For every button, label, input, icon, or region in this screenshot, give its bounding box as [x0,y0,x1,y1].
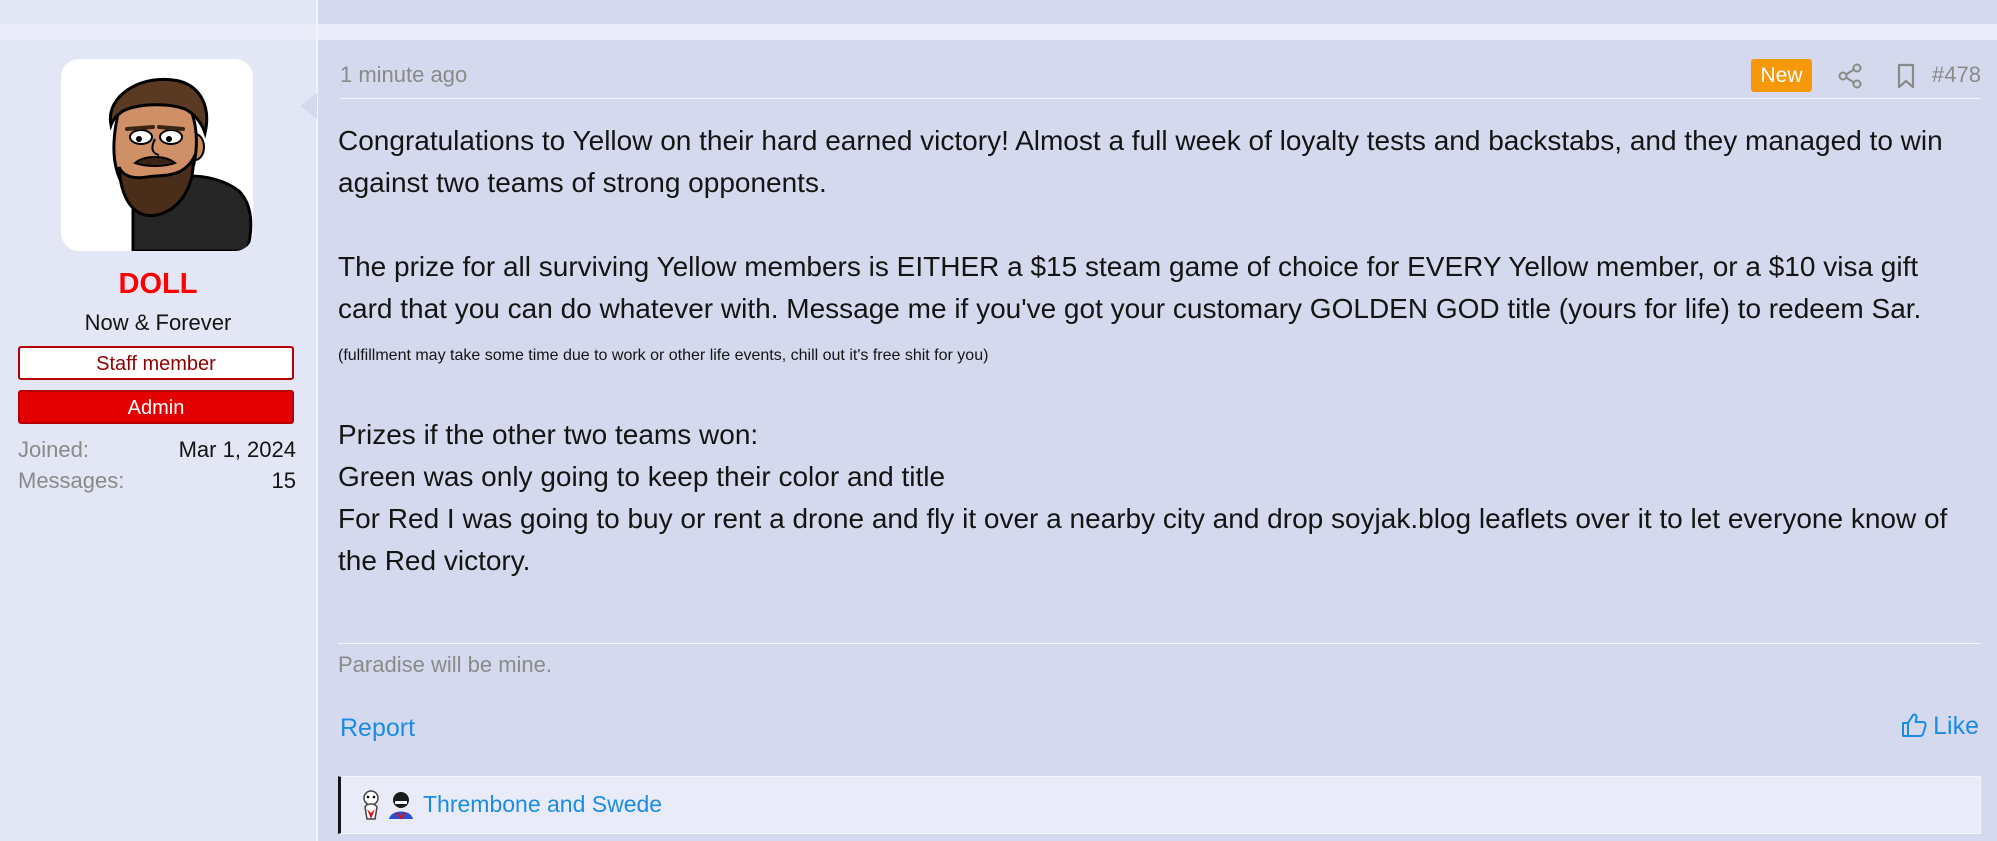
staff-member-banner: Staff member [18,346,294,380]
stat-messages: Messages: 15 [18,468,296,498]
thumbs-up-icon [1902,713,1927,737]
reaction-avatar-icon[interactable] [386,789,416,821]
report-link[interactable]: Report [340,714,415,743]
avatar[interactable] [61,59,253,251]
post-message: Congratulations to Yellow on their hard … [338,120,1978,582]
user-info-column: DOLL Now & Forever Staff member Admin Jo… [0,40,317,841]
stat-joined-label: Joined: [18,437,89,462]
post-number[interactable]: #478 [1932,62,1981,88]
message-line: Green was only going to keep their color… [338,461,946,492]
signature-divider [338,643,1981,644]
stat-joined-value: Mar 1, 2024 [178,437,296,462]
reactions-bar: Thrembone and Swede [338,776,1981,834]
stat-joined: Joined: Mar 1, 2024 [18,437,296,467]
bookmark-icon[interactable] [1892,62,1920,90]
reaction-users-link[interactable]: Thrembone and Swede [423,791,662,818]
post-timestamp[interactable]: 1 minute ago [340,62,467,88]
message-line: Prizes if the other two teams won: [338,419,759,450]
post-pointer-arrow [300,93,317,119]
user-title: Now & Forever [84,310,232,335]
previous-post-user-column [0,0,316,24]
previous-post-body [318,0,1997,24]
new-badge: New [1751,59,1812,92]
like-label: Like [1933,712,1979,740]
message-paragraph: Congratulations to Yellow on their hard … [338,125,1943,198]
stat-messages-label: Messages: [18,468,125,493]
stat-messages-value: 15 [271,468,296,493]
message-paragraph: The prize for all surviving Yellow membe… [338,251,1922,324]
post-header: 1 minute ago New #478 [340,56,1981,99]
post-separator [0,24,1997,40]
like-button[interactable]: Like [1901,712,1979,741]
share-icon[interactable] [1836,62,1864,90]
message-small-note: (fulfillment may take some time due to w… [338,347,989,364]
reaction-avatar-icon[interactable] [357,789,387,821]
signature: Paradise will be mine. [338,652,552,677]
post-body: 1 minute ago New #478 Congratulations to… [318,40,1997,841]
username[interactable]: DOLL [0,268,316,301]
message-line: For Red I was going to buy or rent a dro… [338,503,1948,576]
bearded-man-avatar-icon [108,77,253,251]
admin-banner: Admin [18,390,294,424]
